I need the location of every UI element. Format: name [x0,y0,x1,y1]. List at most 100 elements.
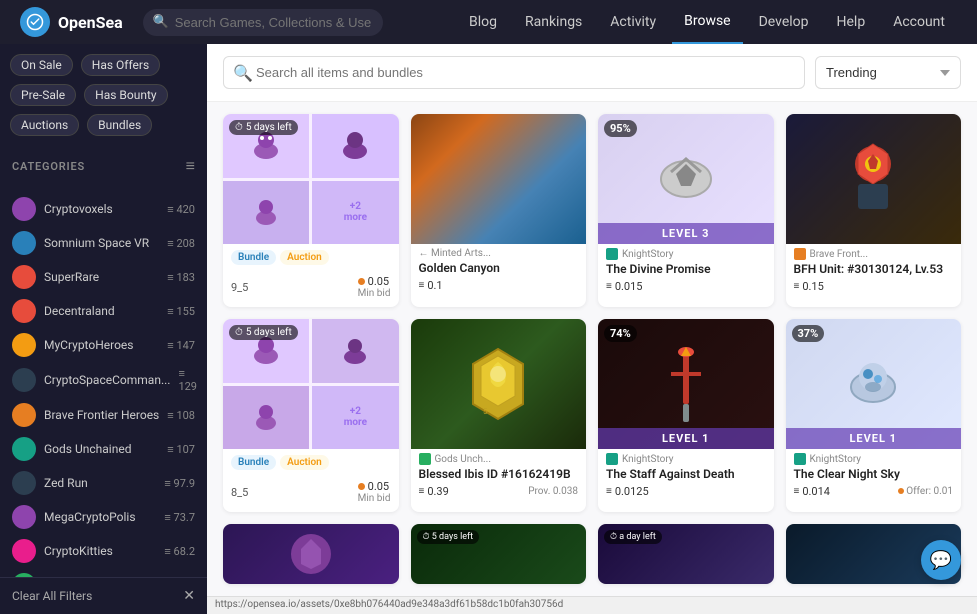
category-icon-mycrypto [12,333,36,357]
item-timer-10: ⏱ a day left [604,530,662,544]
sidebar-filters: On Sale Has Offers Pre-Sale Has Bounty A… [0,44,207,146]
item-image-1 [411,114,587,244]
item-image-4: ⏱ 5 days left + [223,319,399,449]
nav-search-icon: 🔍 [153,15,169,30]
clear-all-filters-button[interactable]: Clear All Filters ✕ [0,577,207,614]
category-name-somnium: Somnium Space VR [44,236,159,250]
item-id-4: 8_5 [231,486,248,499]
category-name-zed: Zed Run [44,476,156,490]
nav-link-develop[interactable]: Develop [747,0,821,44]
item-source-5: Gods Unch... [419,453,579,465]
nav-link-account[interactable]: Account [881,0,957,44]
content-wrapper: ⏱ 5 days left + [207,102,977,596]
item-tags-0: Bundle Auction [223,244,399,271]
category-somnium[interactable]: Somnium Space VR ≡ 208 [4,226,203,260]
category-cryptovoxels[interactable]: Cryptovoxels ≡ 420 [4,192,203,226]
item-price-0: 0.05 [358,275,391,288]
top-nav: OpenSea 🔍 Blog Rankings Activity Browse … [0,0,977,44]
item-name-2: The Divine Promise [606,262,766,276]
item-name-3: BFH Unit: #30130124, Lv.53 [794,262,954,276]
nav-link-activity[interactable]: Activity [598,0,668,44]
sidebar-categories-header: CATEGORIES ≡ [0,146,207,192]
category-urbit[interactable]: Urbit ID ≡ 58.7 [4,568,203,577]
logo[interactable]: OpenSea [20,7,123,37]
item-card-5[interactable]: 5 Gods Unch... Blessed Ibis ID #16162419… [411,319,587,512]
category-icon-decentraland [12,299,36,323]
item-image-0: ⏱ 5 days left + [223,114,399,244]
tag-auction-0: Auction [280,250,329,265]
item-card-7[interactable]: 37% LEVEL 1 KnightStory The Clear Night … [786,319,962,512]
item-card-4[interactable]: ⏱ 5 days left + [223,319,399,512]
level-overlay-7: LEVEL 1 [786,428,962,449]
nav-link-blog[interactable]: Blog [457,0,509,44]
filter-auctions[interactable]: Auctions [10,114,79,136]
filter-has-bounty[interactable]: Has Bounty [84,84,167,106]
tag-bundle-4: Bundle [231,455,276,470]
category-count-zed: ≡ 97.9 [164,477,195,490]
category-cryptokitties[interactable]: CryptoKitties ≡ 68.2 [4,534,203,568]
category-brave[interactable]: Brave Frontier Heroes ≡ 108 [4,398,203,432]
chat-button[interactable]: 💬 [921,540,961,580]
item-image-10: ⏱ a day left [598,524,774,584]
categories-filter-icon[interactable]: ≡ [186,156,195,176]
item-card-9[interactable]: ⏱ 5 days left [411,524,587,584]
item-card-10[interactable]: ⏱ a day left [598,524,774,584]
category-icon-gods [12,437,36,461]
item-price-6: ≡ 0.0125 [606,485,766,498]
category-name-decentraland: Decentraland [44,304,159,318]
percent-badge-6: 74% [604,325,637,342]
category-mega[interactable]: MegaCryptoPolis ≡ 73.7 [4,500,203,534]
category-decentraland[interactable]: Decentraland ≡ 155 [4,294,203,328]
sort-select[interactable]: Trending Recently Added Ending Soon Pric… [815,56,961,89]
item-card-8[interactable] [223,524,399,584]
item-card-1[interactable]: ← Minted Arts... Golden Canyon ≡ 0.1 [411,114,587,307]
more-badge-0: +2 more [312,181,398,245]
filter-has-offers[interactable]: Has Offers [81,54,160,76]
category-cryptospace[interactable]: CryptoSpaceComman... ≡ 129 [4,362,203,398]
item-image-6: 74% LEVEL 1 [598,319,774,449]
category-icon-somnium [12,231,36,255]
item-min-bid-4: Min bid [358,493,391,504]
filter-on-sale[interactable]: On Sale [10,54,73,76]
item-info-0: 9_5 0.05 Min bid [223,271,399,307]
nav-links: Blog Rankings Activity Browse Develop He… [457,0,957,44]
item-info-5: Gods Unch... Blessed Ibis ID #16162419B … [411,449,587,506]
logo-text: OpenSea [58,13,123,32]
level-overlay-2: LEVEL 3 [598,223,774,244]
filter-bundles[interactable]: Bundles [87,114,152,136]
more-badge-4: +2 more [312,386,398,450]
item-card-0[interactable]: ⏱ 5 days left + [223,114,399,307]
filter-pre-sale[interactable]: Pre-Sale [10,84,76,106]
category-superrare[interactable]: SuperRare ≡ 183 [4,260,203,294]
content-search-container: 🔍 [223,56,805,89]
nav-link-browse[interactable]: Browse [672,0,742,44]
nav-link-help[interactable]: Help [825,0,878,44]
item-info-6: KnightStory The Staff Against Death ≡ 0.… [598,449,774,506]
category-count-cryptospace: ≡ 129 [178,367,197,393]
item-source-7: KnightStory [794,453,954,465]
item-min-bid-0: Min bid [358,288,391,299]
category-count-somnium: ≡ 208 [167,237,195,250]
nav-search-container: 🔍 [143,9,383,36]
nav-link-rankings[interactable]: Rankings [513,0,594,44]
item-card-6[interactable]: 74% LEVEL 1 [598,319,774,512]
category-gods[interactable]: Gods Unchained ≡ 107 [4,432,203,466]
item-card-3[interactable]: Brave Front... BFH Unit: #30130124, Lv.5… [786,114,962,307]
nav-search-input[interactable] [143,9,383,36]
item-price-2: ≡ 0.015 [606,280,766,293]
item-name-1: Golden Canyon [419,261,579,275]
category-zed[interactable]: Zed Run ≡ 97.9 [4,466,203,500]
item-card-2[interactable]: 95% LEVEL 3 KnightStory The Divine Promi… [598,114,774,307]
category-count-mycrypto: ≡ 147 [167,339,195,352]
category-name-brave: Brave Frontier Heroes [44,408,159,422]
item-image-5: 5 [411,319,587,449]
clear-filters-x-icon: ✕ [183,588,195,604]
category-name-cryptovoxels: Cryptovoxels [44,202,159,216]
item-name-7: The Clear Night Sky [794,467,954,481]
item-info-7: KnightStory The Clear Night Sky ≡ 0.014 … [786,449,962,506]
eth-dot-4 [358,483,365,490]
item-tags-4: Bundle Auction [223,449,399,476]
content-search-input[interactable] [223,56,805,89]
item-image-7: 37% LEVEL 1 [786,319,962,449]
category-mycrypto[interactable]: MyCryptoHeroes ≡ 147 [4,328,203,362]
